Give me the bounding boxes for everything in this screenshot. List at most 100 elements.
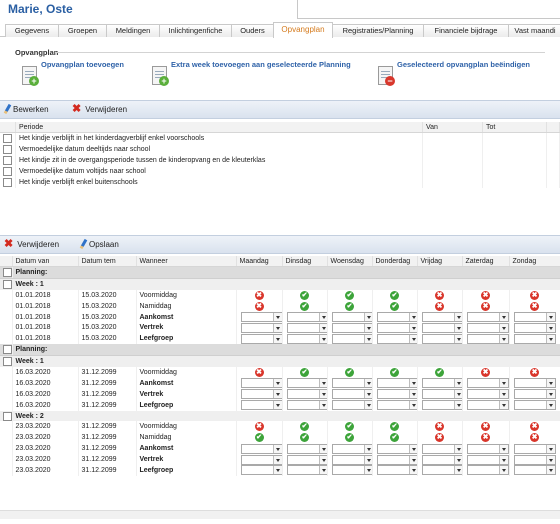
week-row[interactable]: Week : 1	[0, 355, 560, 368]
row-checkbox[interactable]	[3, 145, 12, 154]
day-select[interactable]	[240, 400, 281, 411]
day-select[interactable]	[513, 465, 556, 476]
day-select[interactable]	[240, 443, 281, 454]
day-select[interactable]	[240, 454, 281, 465]
day-select[interactable]	[466, 389, 508, 400]
day-select[interactable]	[240, 333, 281, 344]
check-icon[interactable]: ✔	[345, 367, 354, 377]
add-extra-week-action[interactable]: + Extra week toevoegen aan geselecteerde…	[152, 60, 351, 86]
day-select[interactable]	[421, 312, 461, 322]
row-checkbox[interactable]	[3, 279, 11, 289]
column-donderdag[interactable]: Donderdag	[372, 256, 418, 267]
day-select[interactable]	[240, 378, 281, 389]
row-checkbox[interactable]	[3, 267, 11, 277]
tab-gegevens[interactable]: Gegevens	[5, 24, 59, 37]
day-select[interactable]	[466, 333, 508, 344]
day-select[interactable]	[466, 312, 508, 322]
tab-groepen[interactable]: Groepen	[58, 24, 107, 37]
day-select[interactable]	[286, 378, 326, 389]
delete-schedule-button[interactable]: ✖ Verwijderen	[4, 239, 59, 250]
day-select[interactable]	[376, 378, 416, 389]
day-select[interactable]	[421, 443, 461, 454]
day-select[interactable]	[513, 400, 556, 411]
day-select[interactable]	[331, 312, 371, 322]
cross-icon[interactable]: ✖	[530, 301, 539, 311]
check-icon[interactable]: ✔	[345, 290, 354, 300]
column-vrijdag[interactable]: Vrijdag	[417, 256, 463, 267]
day-select[interactable]	[421, 400, 461, 411]
tab-opvangplan[interactable]: Opvangplan	[273, 22, 333, 38]
row-checkbox[interactable]	[3, 345, 11, 355]
week-row[interactable]: Week : 1	[0, 278, 560, 290]
end-opvangplan-action[interactable]: − Geselecteerd opvangplan beëindigen	[378, 60, 530, 86]
cross-icon[interactable]: ✖	[435, 301, 444, 311]
day-select[interactable]	[376, 312, 416, 322]
cross-icon[interactable]: ✖	[254, 301, 264, 311]
day-select[interactable]	[331, 443, 371, 454]
day-select[interactable]	[331, 378, 371, 389]
day-select[interactable]	[421, 465, 461, 476]
day-select[interactable]	[513, 389, 556, 400]
horizontal-scrollbar[interactable]	[0, 510, 560, 519]
day-select[interactable]	[286, 465, 326, 476]
table-row[interactable]: Vermoedelijke datum voltijds naar school	[0, 166, 560, 177]
row-checkbox[interactable]	[3, 134, 12, 143]
check-icon[interactable]: ✔	[300, 301, 309, 311]
row-checkbox[interactable]	[3, 167, 12, 176]
day-select[interactable]	[513, 312, 556, 322]
check-icon[interactable]: ✔	[390, 367, 399, 377]
tab-inlichtingenfiche[interactable]: Inlichtingenfiche	[159, 24, 232, 37]
day-select[interactable]	[240, 465, 281, 476]
row-checkbox[interactable]	[3, 178, 12, 187]
check-icon[interactable]: ✔	[435, 367, 444, 377]
day-select[interactable]	[513, 454, 556, 465]
cross-icon[interactable]: ✖	[481, 422, 490, 432]
day-select[interactable]	[240, 389, 281, 400]
tab-meldingen[interactable]: Meldingen	[106, 24, 160, 37]
check-icon[interactable]: ✔	[254, 433, 264, 443]
tab-vast-maandbedrag[interactable]: Vast maandi	[508, 24, 560, 37]
day-select[interactable]	[376, 443, 416, 454]
day-select[interactable]	[466, 322, 508, 333]
day-select[interactable]	[376, 389, 416, 400]
cross-icon[interactable]: ✖	[435, 433, 444, 443]
day-select[interactable]	[466, 465, 508, 476]
day-select[interactable]	[331, 322, 371, 333]
edit-button[interactable]: Bewerken	[3, 103, 49, 115]
column-woensdag[interactable]: Woensdag	[327, 256, 373, 267]
day-select[interactable]	[331, 454, 371, 465]
day-select[interactable]	[513, 322, 556, 333]
day-select[interactable]	[331, 465, 371, 476]
day-select[interactable]	[421, 322, 461, 333]
day-select[interactable]	[286, 312, 326, 322]
cross-icon[interactable]: ✖	[481, 290, 490, 300]
day-select[interactable]	[286, 322, 326, 333]
day-select[interactable]	[421, 389, 461, 400]
check-icon[interactable]: ✔	[345, 433, 354, 443]
day-select[interactable]	[286, 400, 326, 411]
day-select[interactable]	[421, 378, 461, 389]
day-select[interactable]	[421, 454, 461, 465]
row-checkbox[interactable]	[3, 411, 11, 421]
column-zondag[interactable]: Zondag	[509, 256, 560, 267]
column-datum-tem[interactable]: Datum tem	[78, 256, 137, 267]
table-row[interactable]: Het kindje verblijft in het kinderdagver…	[0, 132, 560, 144]
row-checkbox[interactable]	[3, 357, 11, 367]
add-opvangplan-action[interactable]: + Opvangplan toevoegen	[22, 60, 124, 86]
cross-icon[interactable]: ✖	[530, 433, 539, 443]
day-select[interactable]	[286, 333, 326, 344]
column-datum-van[interactable]: Datum van	[12, 256, 79, 267]
cross-icon[interactable]: ✖	[530, 422, 539, 432]
check-icon[interactable]: ✔	[300, 367, 309, 377]
day-select[interactable]	[240, 312, 281, 322]
check-icon[interactable]: ✔	[300, 422, 309, 432]
day-select[interactable]	[513, 443, 556, 454]
table-row[interactable]: Vermoedelijke datum deeltijds naar schoo…	[0, 144, 560, 155]
week-row[interactable]: Week : 2	[0, 410, 560, 422]
cross-icon[interactable]: ✖	[254, 422, 264, 432]
tab-financiele-bijdrage[interactable]: Financiele bijdrage	[423, 24, 509, 37]
column-zaterdag[interactable]: Zaterdag	[462, 256, 510, 267]
day-select[interactable]	[286, 454, 326, 465]
tab-registraties-planning[interactable]: Registraties/Planning	[332, 24, 424, 37]
cross-icon[interactable]: ✖	[530, 367, 539, 377]
